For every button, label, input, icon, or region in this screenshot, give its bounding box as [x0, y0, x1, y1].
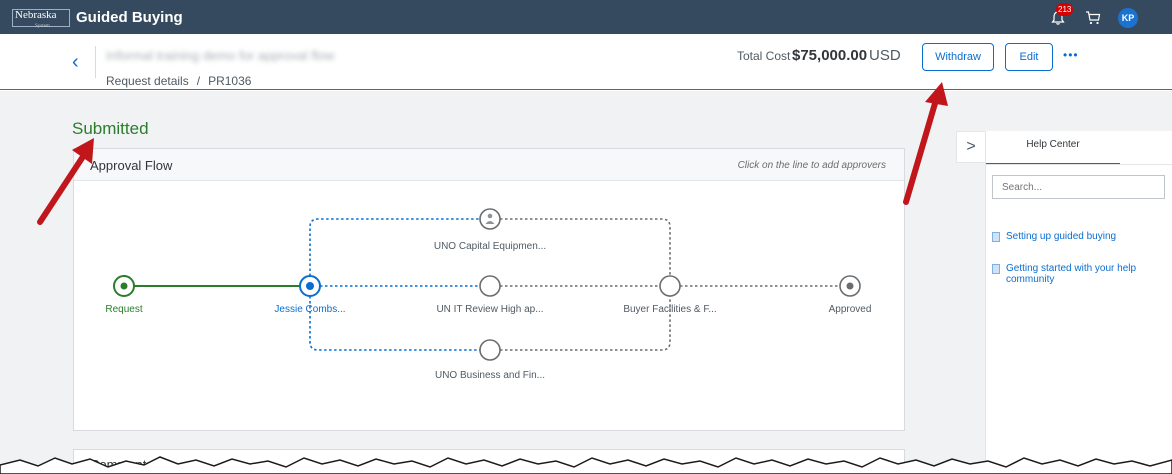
- header-divider: [95, 46, 96, 78]
- tab-help-center[interactable]: Help Center: [986, 131, 1120, 165]
- shell-bar: Nebraska System Guided Buying 213 KP: [0, 0, 1172, 34]
- node-label-uno-capital: UNO Capital Equipmen...: [433, 241, 547, 252]
- back-arrow-icon[interactable]: ‹: [72, 52, 79, 72]
- cart-icon[interactable]: [1085, 11, 1101, 25]
- node-buyer[interactable]: [659, 275, 681, 297]
- total-cost-value: $75,000.00: [792, 47, 868, 64]
- help-center-panel: Help Center Setting up guided buying Get…: [985, 131, 1172, 474]
- total-cost-currency: USD: [869, 47, 901, 64]
- node-approved[interactable]: [839, 275, 861, 297]
- document-icon: [992, 264, 1000, 274]
- edit-button[interactable]: Edit: [1005, 43, 1053, 71]
- breadcrumb: Request details / PR1036: [106, 74, 251, 88]
- approval-flow-panel: Approval Flow Click on the line to add a…: [73, 148, 905, 431]
- node-label-buyer: Buyer Facilities & F...: [623, 304, 717, 315]
- breadcrumb-request-id: PR1036: [208, 74, 252, 88]
- request-status: Submitted: [72, 119, 149, 138]
- help-search-input[interactable]: [992, 175, 1165, 199]
- breadcrumb-separator: /: [196, 74, 201, 88]
- request-header: ‹ Informal training demo for approval fl…: [0, 34, 1172, 90]
- node-label-un-it: UN IT Review High ap...: [436, 304, 544, 315]
- help-link-setting-up[interactable]: Setting up guided buying: [1006, 231, 1166, 242]
- node-label-jessie: Jessie Combs...: [274, 304, 346, 315]
- node-label-request: Request: [105, 304, 143, 315]
- help-center-toggle-button[interactable]: >: [956, 131, 986, 163]
- request-title: Informal training demo for approval flow: [106, 48, 335, 63]
- document-icon: [992, 232, 1000, 242]
- nebraska-logo[interactable]: Nebraska System: [12, 9, 70, 29]
- help-link-getting-started[interactable]: Getting started with your help community: [1006, 263, 1166, 285]
- node-un-it[interactable]: [479, 275, 501, 297]
- user-avatar[interactable]: KP: [1118, 8, 1138, 28]
- app-title: Guided Buying: [76, 9, 183, 26]
- node-label-approved: Approved: [828, 304, 872, 315]
- notification-badge: 213: [1056, 3, 1074, 16]
- total-cost-label: Total Cost: [737, 49, 791, 63]
- help-tab-divider: [986, 164, 1172, 165]
- withdraw-button[interactable]: Withdraw: [922, 43, 994, 71]
- approval-flow-diagram: [113, 208, 861, 361]
- more-actions-button[interactable]: •••: [1063, 48, 1079, 62]
- node-label-uno-business: UNO Business and Fin...: [434, 370, 546, 381]
- breadcrumb-request-details[interactable]: Request details: [106, 74, 189, 88]
- node-uno-capital[interactable]: [479, 208, 501, 230]
- torn-edge-decoration: [0, 456, 1172, 474]
- node-uno-business[interactable]: [479, 339, 501, 361]
- node-request[interactable]: [113, 275, 135, 297]
- node-jessie[interactable]: [299, 275, 321, 297]
